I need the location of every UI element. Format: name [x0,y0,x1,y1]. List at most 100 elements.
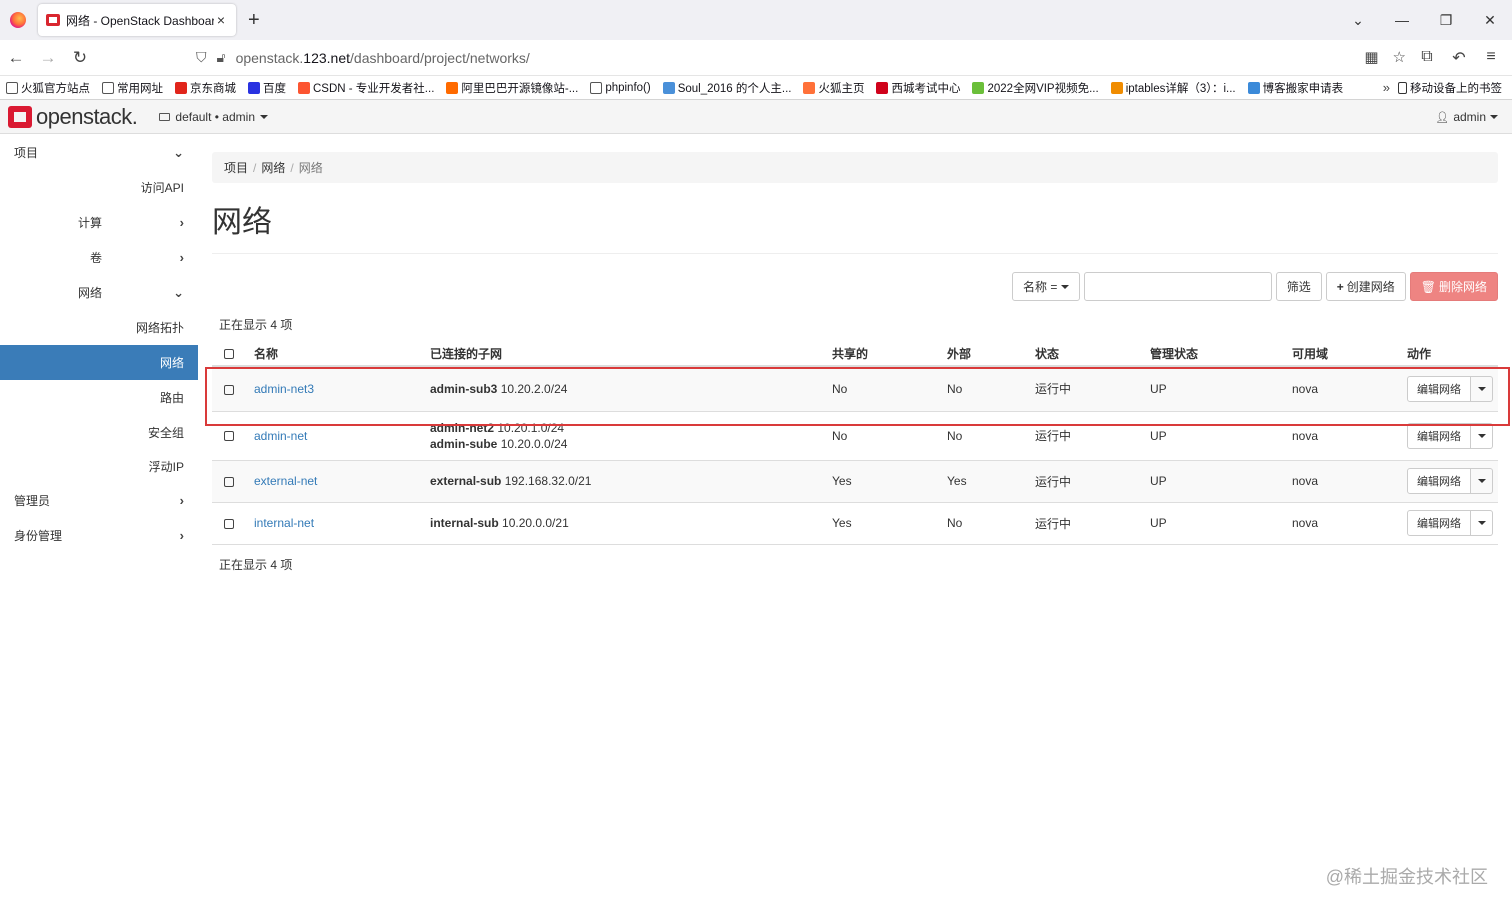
select-all-checkbox[interactable] [224,349,234,360]
breadcrumb-current: 网络 [298,161,323,175]
bookmark-item[interactable]: CSDN - 专业开发者社... [298,80,434,96]
sidebar-item-volume[interactable]: 卷 › [0,240,198,275]
filter-input[interactable] [1083,272,1272,301]
url-text[interactable]: openstack.123.net/dashboard/project/netw… [236,50,530,66]
bookmark-item[interactable]: 西城考试中心 [876,80,960,96]
network-name-link[interactable]: external-net [254,474,317,488]
col-name[interactable]: 名称 [254,342,430,367]
undo-icon[interactable]: ↶ [1450,48,1468,68]
sidebar-item-api[interactable]: 访问API [0,170,198,205]
col-external[interactable]: 外部 [947,342,1035,367]
row-checkbox[interactable] [224,518,234,529]
row-checkbox[interactable] [224,384,234,395]
col-subnets[interactable]: 已连接的子网 [430,342,832,367]
sidebar-item-security-groups[interactable]: 安全组 [0,415,198,450]
bookmarks-bar: 火狐官方站点 常用网址 京东商城 百度 CSDN - 专业开发者社... 阿里巴巴开源镜像… [0,76,1512,100]
list-all-tabs-icon[interactable]: ⌄ [1336,12,1380,29]
bookmark-favicon-icon [102,81,114,94]
bookmark-item[interactable]: 火狐主页 [803,80,864,96]
minimize-icon[interactable]: — [1380,12,1424,28]
edit-network-button[interactable]: 编辑网络 [1407,422,1471,449]
sidebar-item-topology[interactable]: 网络拓扑 [0,310,198,345]
table-row: admin-net3 admin-sub3 10.20.2.0/24 No No… [212,366,1498,412]
close-window-icon[interactable]: ✕ [1468,12,1512,29]
edit-network-button[interactable]: 编辑网络 [1407,468,1471,494]
breadcrumb-project[interactable]: 项目 [224,159,248,176]
row-checkbox[interactable] [224,476,234,487]
row-action-dropdown[interactable] [1471,510,1493,536]
sidebar-item-network[interactable]: 网络 ⌄ [0,275,198,310]
breadcrumb-network[interactable]: 网络 [261,159,285,176]
url-bar[interactable]: ⛉ 🔓︎ openstack.123.net/dashboard/project… [196,44,1410,72]
bookmark-favicon-icon [1247,81,1260,94]
openstack-header: openstack. default • admin 👤︎ admin [0,100,1512,134]
bookmark-favicon-icon [876,81,889,94]
forward-icon[interactable]: → [32,48,64,68]
browser-nav-bar: ← → ↻ ⛉ 🔓︎ openstack.123.net/dashboard/p… [0,40,1512,76]
firefox-icon[interactable] [10,12,26,28]
bookmark-item[interactable]: iptables详解（3）：i... [1110,80,1236,96]
openstack-logo[interactable]: openstack. [8,104,138,130]
row-action-dropdown[interactable] [1471,375,1493,402]
sidebar-item-routers[interactable]: 路由 [0,380,198,415]
col-shared[interactable]: 共享的 [832,342,947,367]
menu-icon[interactable]: ≡ [1482,48,1500,68]
sidebar-item-compute[interactable]: 计算 › [0,205,198,240]
bookmark-item[interactable]: phpinfo() [590,81,651,94]
network-name-link[interactable]: admin-net [254,429,307,443]
sidebar-item-project[interactable]: 项目 ⌄ [0,135,198,170]
filter-button[interactable]: 筛选 [1275,272,1322,301]
sidebar-item-networks[interactable]: 网络 [0,345,198,380]
sidebar-item-floating-ip[interactable]: 浮动IP [0,450,198,483]
col-status[interactable]: 状态 [1035,342,1150,367]
back-icon[interactable]: ← [0,48,32,68]
reload-icon[interactable]: ↻ [64,48,96,68]
bookmark-item[interactable]: 阿里巴巴开源镜像站-... [446,80,578,96]
sidebar-item-identity[interactable]: 身份管理 › [0,518,198,553]
chevron-right-icon: › [179,250,184,265]
bookmark-mobile[interactable]: 移动设备上的书签 [1398,80,1502,96]
bookmark-star-icon[interactable]: ☆ [1393,48,1406,66]
row-checkbox[interactable] [224,431,234,442]
bookmark-favicon-icon [6,81,18,94]
bookmark-item[interactable]: Soul_2016 的个人主... [662,80,791,96]
create-network-button[interactable]: + 创建网络 [1325,272,1406,301]
bookmarks-overflow-icon[interactable]: » [1383,80,1390,95]
network-name-link[interactable]: admin-net3 [254,382,314,396]
bookmark-label: 常用网址 [117,82,163,95]
screenshot-crop-icon[interactable]: ⧉ [1418,48,1436,68]
edit-network-button[interactable]: 编辑网络 [1407,510,1471,536]
networks-table: 名称 已连接的子网 共享的 外部 状态 管理状态 可用域 动作 admin-ne… [212,342,1498,545]
insecure-lock-icon[interactable]: 🔓︎ [217,49,226,66]
network-name-link[interactable]: internal-net [254,516,314,530]
qr-code-icon[interactable]: ▦ [1364,48,1378,66]
new-tab-icon[interactable]: + [248,9,260,32]
tab-close-icon[interactable]: × [214,12,228,28]
user-menu[interactable]: 👤︎ admin [1435,110,1498,124]
table-actions: 名称 = 筛选 + 创建网络 🗑︎ 删除网络 [1012,272,1498,301]
col-zone[interactable]: 可用域 [1292,342,1407,367]
bookmark-item[interactable]: 京东商城 [175,80,236,96]
row-action-group: 编辑网络 [1407,510,1493,536]
row-action-dropdown[interactable] [1471,422,1493,449]
edit-network-button[interactable]: 编辑网络 [1407,375,1471,402]
bookmark-item[interactable]: 常用网址 [102,80,163,96]
bookmark-favicon-icon [972,81,985,94]
browser-tab-active[interactable]: 网络 - OpenStack Dashboard × [38,4,236,36]
sidebar-item-admin[interactable]: 管理员 › [0,483,198,518]
col-admin-state[interactable]: 管理状态 [1150,342,1292,367]
bookmark-favicon-icon [175,81,187,94]
restore-icon[interactable]: ❐ [1424,12,1468,29]
bookmark-item[interactable]: 火狐官方站点 [6,80,90,96]
delete-network-button[interactable]: 🗑︎ 删除网络 [1409,272,1498,301]
shield-icon[interactable]: ⛉ [196,49,207,66]
bookmark-item[interactable]: 百度 [248,80,286,96]
bookmark-item[interactable]: 2022全网VIP视频免... [972,80,1099,96]
table-row: admin-net admin-net2 10.20.1.0/24 admin-s… [212,411,1498,461]
row-action-dropdown[interactable] [1471,468,1493,494]
filter-field-select[interactable]: 名称 = [1012,272,1080,301]
project-selector[interactable]: default • admin [159,110,268,124]
row-action-group: 编辑网络 [1407,375,1493,402]
bookmark-item[interactable]: 博客搬家申请表 [1247,80,1343,96]
breadcrumb: 项目 / 网络 / 网络 [212,152,1498,183]
